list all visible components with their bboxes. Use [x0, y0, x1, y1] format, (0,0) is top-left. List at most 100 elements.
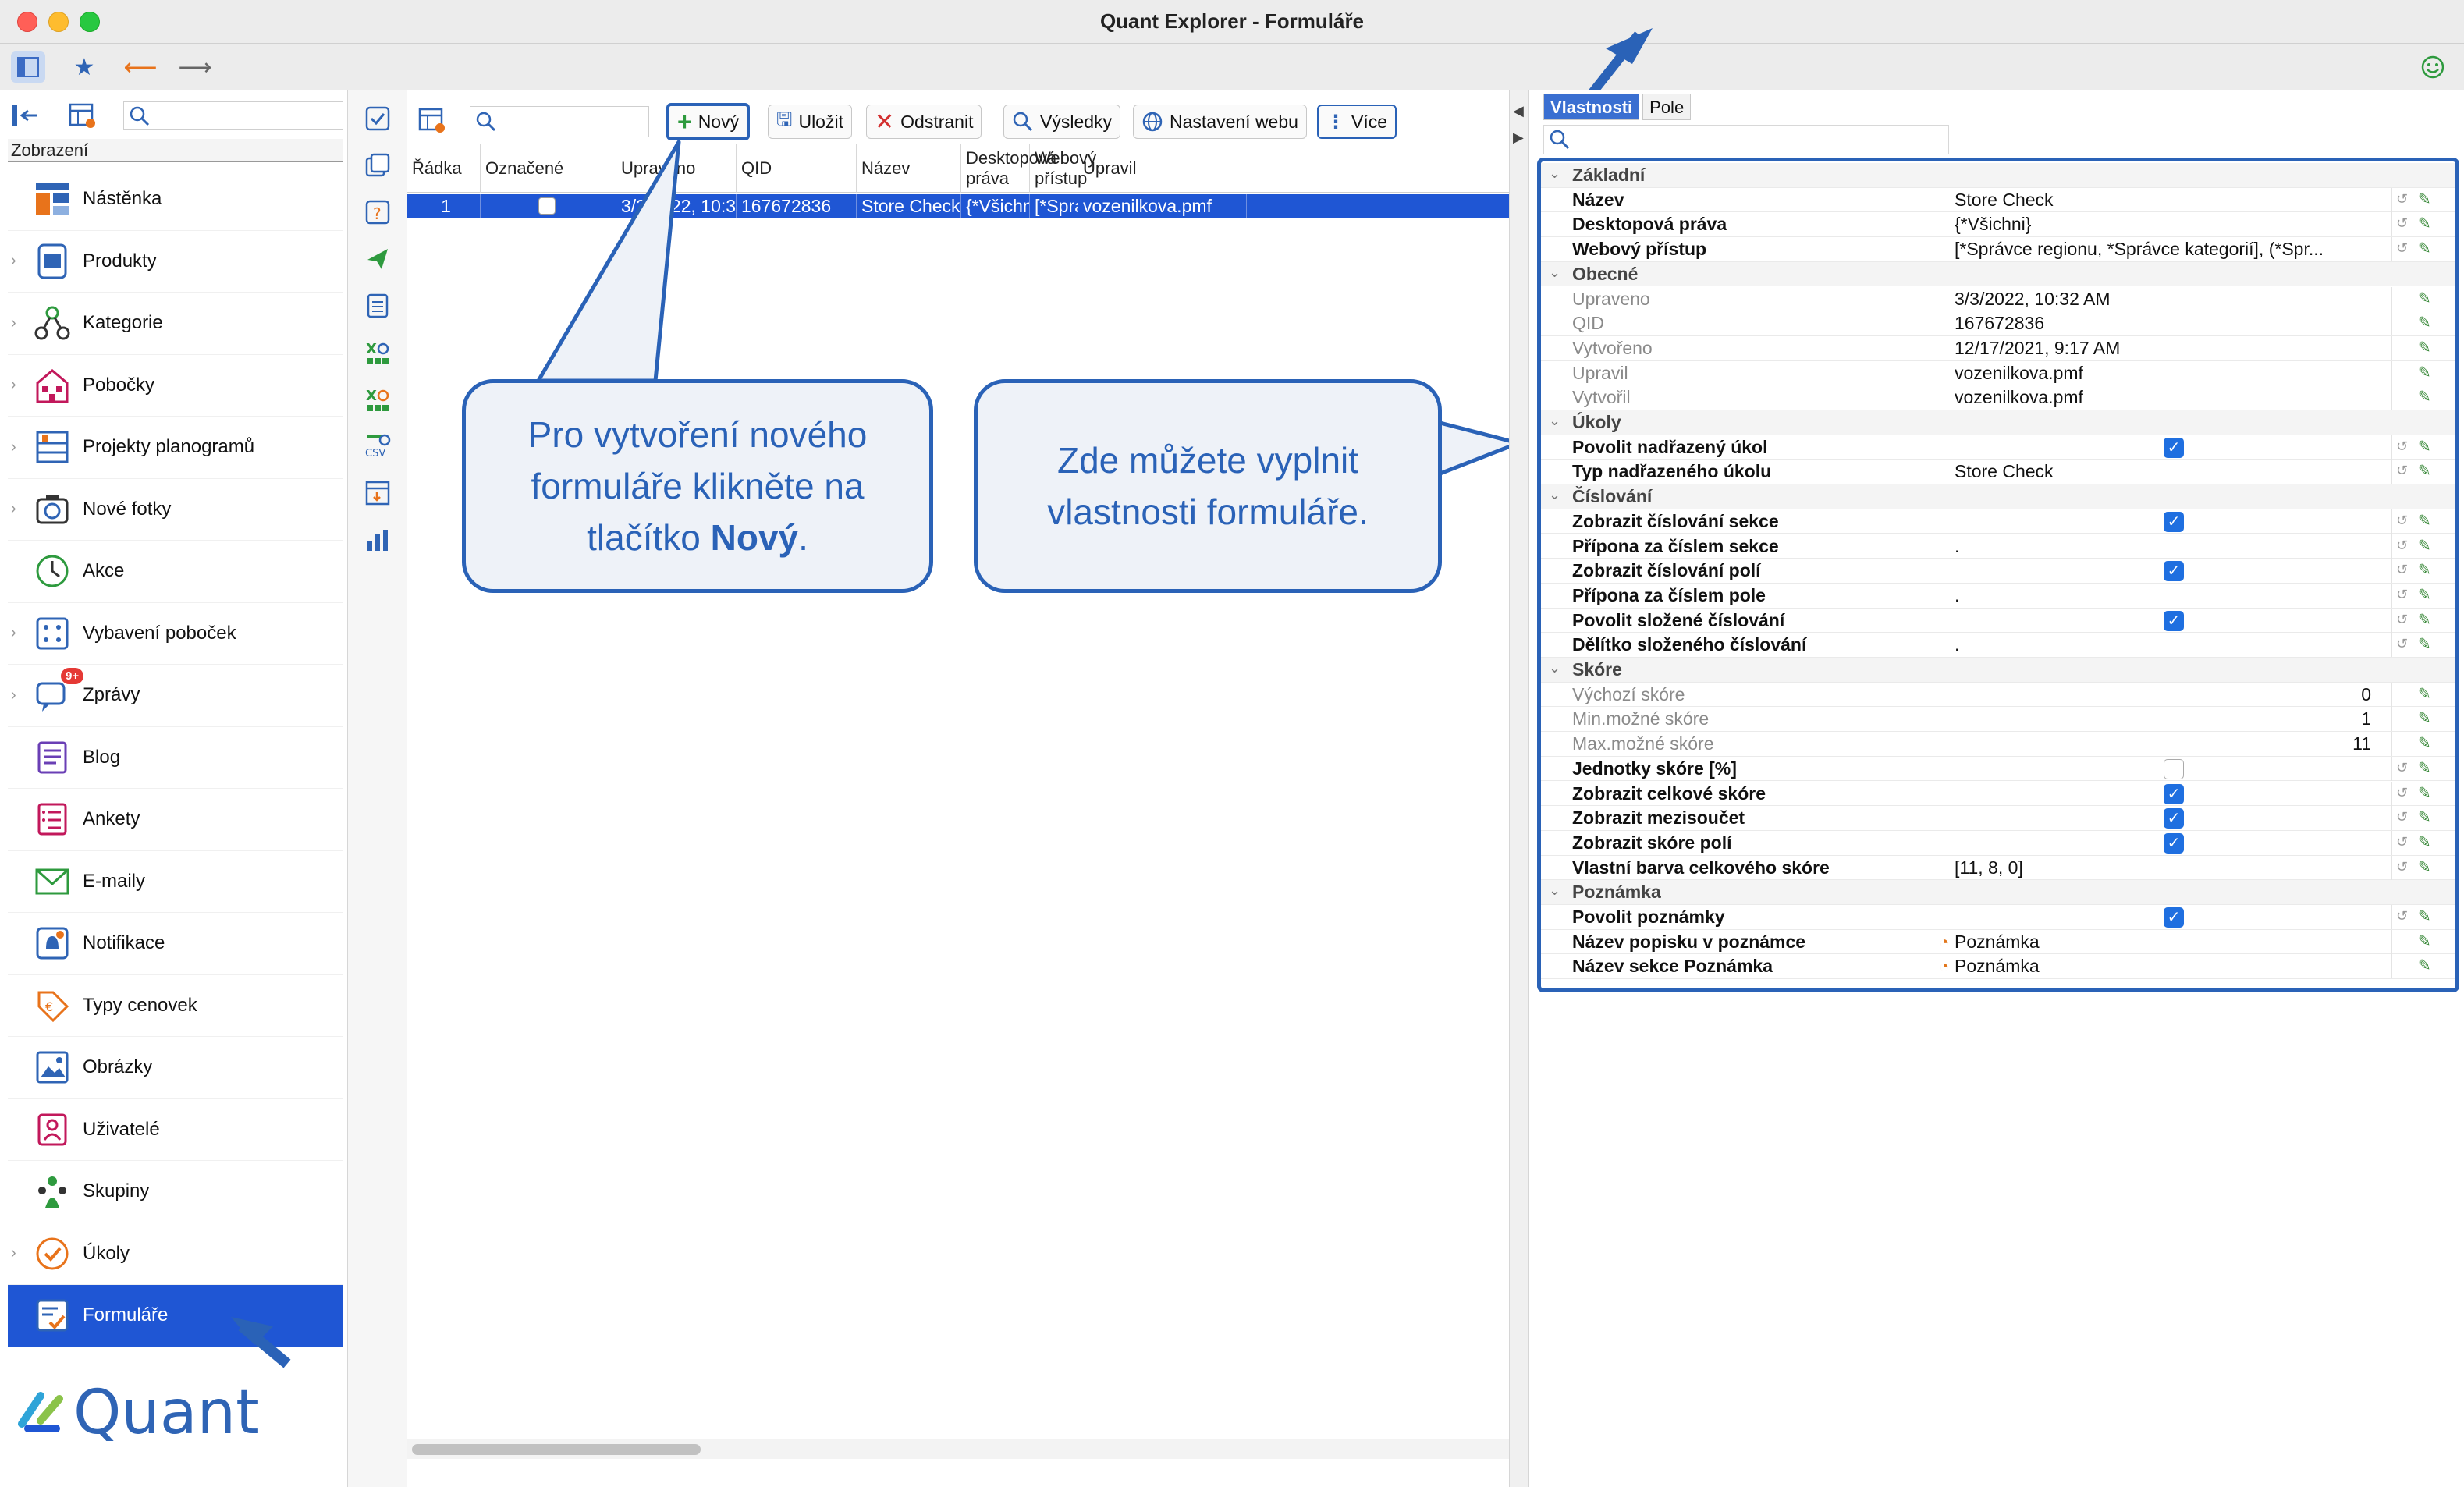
edit-pin-icon[interactable]: ✎ [2418, 190, 2431, 209]
property-value[interactable]: 3/3/2022, 10:32 AM [1955, 289, 2376, 310]
reset-icon[interactable]: ↺ [2396, 908, 2408, 924]
property-row: Webový přístup [*Správce regionu, *Správc… [1541, 237, 2455, 262]
reset-icon[interactable]: ↺ [2396, 191, 2408, 208]
property-value[interactable]: . [1955, 634, 2376, 655]
search-icon [1550, 130, 1570, 150]
edit-pin-icon[interactable]: ✎ [2418, 289, 2431, 308]
chevron-down-icon[interactable]: ⌄ [1549, 264, 1560, 281]
property-value[interactable]: [11, 8, 0] [1955, 857, 2376, 878]
properties-search-input[interactable] [1543, 125, 1949, 154]
property-value[interactable]: Poznámka [1955, 956, 2376, 977]
group-label: Poznámka [1572, 882, 1661, 903]
property-value[interactable]: 11 [1955, 733, 2376, 754]
edit-pin-icon[interactable]: ✎ [2418, 585, 2431, 605]
property-row: Zobrazit mezisoučet ✓ ↺ ✎ [1541, 806, 2455, 831]
property-checkbox[interactable]: ✓ [2164, 808, 2184, 829]
reset-icon[interactable]: ↺ [2396, 240, 2408, 257]
property-value[interactable]: Poznámka [1955, 932, 2376, 953]
edit-pin-icon[interactable]: ✎ [2418, 932, 2431, 951]
edit-pin-icon[interactable]: ✎ [2418, 634, 2431, 654]
edit-pin-icon[interactable]: ✎ [2418, 807, 2431, 827]
expand-right-icon[interactable]: ▶ [1513, 130, 1524, 146]
reset-icon[interactable]: ↺ [2396, 760, 2408, 776]
collapse-left-icon[interactable]: ◀ [1513, 103, 1524, 119]
reset-icon[interactable]: ↺ [2396, 636, 2408, 652]
edit-pin-icon[interactable]: ✎ [2418, 758, 2431, 778]
property-checkbox[interactable]: ✓ [2164, 783, 2184, 804]
panel-divider[interactable]: ◀ ▶ [1509, 90, 1529, 1487]
reset-icon[interactable]: ↺ [2396, 809, 2408, 825]
chevron-down-icon[interactable]: ⌄ [1549, 165, 1560, 182]
property-row: Zobrazit skóre polí ✓ ↺ ✎ [1541, 830, 2455, 856]
edit-pin-icon[interactable]: ✎ [2418, 560, 2431, 580]
translation-icon[interactable]: ◔ [1939, 956, 1949, 977]
property-value[interactable]: Store Check [1955, 190, 2376, 211]
reset-icon[interactable]: ↺ [2396, 859, 2408, 875]
property-value[interactable]: 12/17/2021, 9:17 AM [1955, 338, 2376, 359]
edit-pin-icon[interactable]: ✎ [2418, 214, 2431, 233]
property-value[interactable]: vozenilkova.pmf [1955, 387, 2376, 408]
edit-pin-icon[interactable]: ✎ [2418, 338, 2431, 357]
edit-pin-icon[interactable]: ✎ [2418, 437, 2431, 456]
tab-properties[interactable]: Vlastnosti [1543, 94, 1640, 120]
chevron-down-icon[interactable]: ⌄ [1549, 413, 1560, 429]
edit-pin-icon[interactable]: ✎ [2418, 511, 2431, 531]
edit-pin-icon[interactable]: ✎ [2418, 907, 2431, 926]
tab-fields[interactable]: Pole [1642, 94, 1692, 120]
property-checkbox[interactable]: ✓ [2164, 610, 2184, 631]
reset-icon[interactable]: ↺ [2396, 562, 2408, 578]
edit-pin-icon[interactable]: ✎ [2418, 461, 2431, 481]
property-checkbox[interactable]: ✓ [2164, 907, 2184, 928]
property-value[interactable]: 0 [1955, 684, 2376, 705]
edit-pin-icon[interactable]: ✎ [2418, 239, 2431, 258]
property-value[interactable]: [*Správce regionu, *Správce kategorií], … [1955, 239, 2376, 260]
property-value[interactable]: Store Check [1955, 461, 2376, 482]
edit-pin-icon[interactable]: ✎ [2418, 708, 2431, 728]
property-label: Typ nadřazeného úkolu [1572, 461, 1772, 482]
reset-icon[interactable]: ↺ [2396, 587, 2408, 603]
property-value[interactable]: . [1955, 585, 2376, 606]
reset-icon[interactable]: ↺ [2396, 438, 2408, 455]
reset-icon[interactable]: ↺ [2396, 463, 2408, 479]
translation-icon[interactable]: ◔ [1939, 932, 1949, 953]
edit-pin-icon[interactable]: ✎ [2418, 536, 2431, 555]
property-group[interactable]: ⌄ Číslování [1541, 484, 2455, 509]
property-label: Min.možné skóre [1572, 708, 1710, 729]
edit-pin-icon[interactable]: ✎ [2418, 313, 2431, 332]
reset-icon[interactable]: ↺ [2396, 785, 2408, 801]
edit-pin-icon[interactable]: ✎ [2418, 783, 2431, 803]
reset-icon[interactable]: ↺ [2396, 513, 2408, 529]
property-group[interactable]: ⌄ Základní [1541, 163, 2455, 188]
property-value[interactable]: {*Všichni} [1955, 214, 2376, 235]
edit-pin-icon[interactable]: ✎ [2418, 832, 2431, 852]
edit-pin-icon[interactable]: ✎ [2418, 684, 2431, 704]
edit-pin-icon[interactable]: ✎ [2418, 387, 2431, 406]
property-label: Přípona za číslem pole [1572, 584, 1766, 605]
property-checkbox[interactable] [2164, 758, 2184, 779]
edit-pin-icon[interactable]: ✎ [2418, 857, 2431, 877]
property-group[interactable]: ⌄ Úkoly [1541, 410, 2455, 435]
chevron-down-icon[interactable]: ⌄ [1549, 487, 1560, 503]
property-value[interactable]: 1 [1955, 708, 2376, 729]
property-value[interactable]: vozenilkova.pmf [1955, 363, 2376, 384]
reset-icon[interactable]: ↺ [2396, 215, 2408, 232]
edit-pin-icon[interactable]: ✎ [2418, 610, 2431, 630]
edit-pin-icon[interactable]: ✎ [2418, 363, 2431, 382]
edit-pin-icon[interactable]: ✎ [2418, 956, 2431, 975]
chevron-down-icon[interactable]: ⌄ [1549, 882, 1560, 899]
property-label: Přípona za číslem sekce [1572, 535, 1779, 556]
property-group[interactable]: ⌄ Poznámka [1541, 880, 2455, 905]
property-group[interactable]: ⌄ Obecné [1541, 261, 2455, 287]
property-checkbox[interactable]: ✓ [2164, 561, 2184, 582]
edit-pin-icon[interactable]: ✎ [2418, 733, 2431, 753]
property-checkbox[interactable]: ✓ [2164, 832, 2184, 854]
reset-icon[interactable]: ↺ [2396, 834, 2408, 850]
reset-icon[interactable]: ↺ [2396, 612, 2408, 628]
property-checkbox[interactable]: ✓ [2164, 511, 2184, 532]
reset-icon[interactable]: ↺ [2396, 538, 2408, 554]
property-group[interactable]: ⌄ Skóre [1541, 658, 2455, 683]
property-checkbox[interactable]: ✓ [2164, 437, 2184, 458]
property-value[interactable]: 167672836 [1955, 313, 2376, 334]
chevron-down-icon[interactable]: ⌄ [1549, 660, 1560, 676]
property-value[interactable]: . [1955, 536, 2376, 557]
